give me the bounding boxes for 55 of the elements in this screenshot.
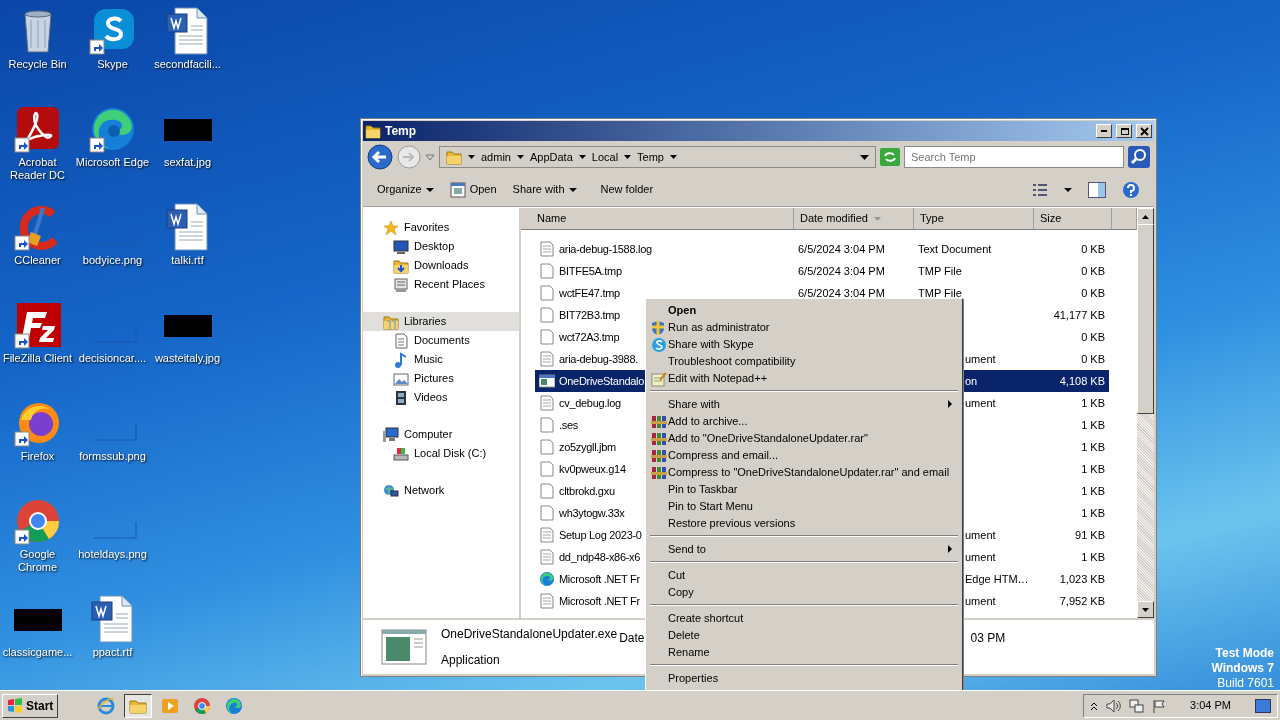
file-name: BIT72B3.tmp — [559, 307, 620, 323]
file-name: OneDriveStandalo — [559, 373, 645, 389]
file-size: 1,023 KB — [1059, 572, 1105, 585]
detail-label: Date — [619, 630, 645, 647]
file-type: TMP File — [918, 286, 962, 299]
file-size: 1 KB — [1081, 418, 1105, 431]
os-notice-text: Build 7601 — [1216, 676, 1274, 691]
file-name: zo5zygll.jbm — [559, 439, 616, 455]
file-type: ument — [965, 352, 996, 365]
file-size: 0 KB — [1081, 264, 1105, 277]
file-name: BITFE5A.tmp — [559, 263, 622, 279]
file-name: wct72A3.tmp — [559, 329, 620, 345]
file-size: 1 KB — [1081, 506, 1105, 519]
file-size: 0 KB — [1081, 242, 1105, 255]
file-size: 0 KB — [1081, 286, 1105, 299]
file-type: ument — [965, 594, 996, 607]
file-type: Application — [441, 652, 501, 669]
file-size: 4,108 KB — [1059, 374, 1105, 387]
window-title: Temp — [385, 123, 418, 140]
file-name: wh3ytogw.33x — [559, 505, 625, 521]
file-name: aria-debug-3988. — [559, 351, 638, 367]
file-name: .ses — [559, 417, 578, 433]
file-size: 1 KB — [1081, 396, 1105, 409]
file-name: aria-debug-1588.log — [559, 241, 652, 257]
file-name: cltbrokd.gxu — [559, 483, 615, 499]
file-name: Setup Log 2023-0 — [559, 527, 642, 543]
file-size: 1 KB — [1081, 440, 1105, 453]
date-modified: 6/5/2024 3:04 PM — [798, 242, 885, 255]
file-type: ument — [965, 550, 996, 563]
file-type: ument — [965, 528, 996, 541]
file-name: OneDriveStandaloneUpdater.exe — [441, 626, 618, 643]
file-type: Text Document — [918, 242, 992, 255]
file-type: ument — [965, 396, 996, 409]
file-name: Microsoft .NET Fr — [559, 571, 640, 587]
file-name: wctFE47.tmp — [559, 285, 620, 301]
file-type: TMP File — [918, 264, 962, 277]
file-name: dd_ndp48-x86-x6 — [559, 549, 641, 565]
file-size: 1 KB — [1081, 462, 1105, 475]
date-modified: 6/5/2024 3:04 PM — [798, 264, 885, 277]
file-name: cv_debug.log — [559, 395, 621, 411]
file-size: 41,177 KB — [1053, 308, 1105, 321]
file-name: Microsoft .NET Fr — [559, 593, 640, 609]
detail-value: 03 PM — [970, 630, 1006, 647]
file-size: 0 KB — [1081, 330, 1105, 343]
os-notice-text: Test Mode — [1214, 646, 1274, 661]
file-name: kv0pweux.g14 — [559, 461, 626, 477]
file-size: 1 KB — [1081, 484, 1105, 497]
file-type: Edge HTM… — [965, 572, 1029, 585]
file-size: 7,952 KB — [1059, 594, 1105, 607]
file-type: on — [965, 374, 978, 387]
date-modified: 6/5/2024 3:04 PM — [798, 286, 885, 299]
file-size: 91 KB — [1075, 528, 1105, 541]
file-size: 1 KB — [1081, 550, 1105, 563]
file-size: 0 KB — [1081, 352, 1105, 365]
os-notice-text: Windows 7 — [1211, 661, 1274, 676]
